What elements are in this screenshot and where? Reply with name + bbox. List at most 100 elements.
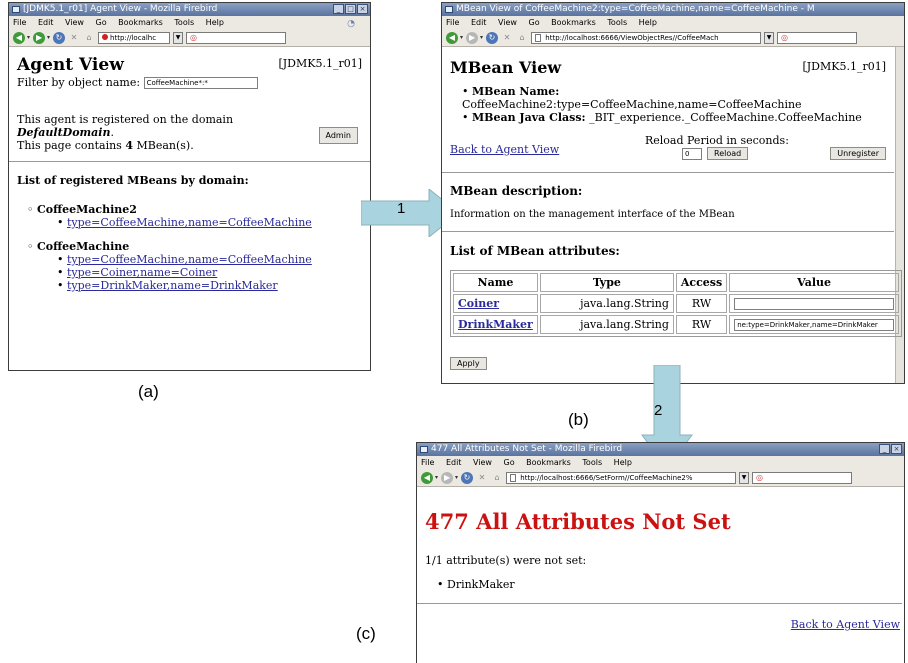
menu-bookmarks[interactable]: Bookmarks (118, 18, 163, 27)
menu-go[interactable]: Go (504, 458, 515, 467)
domain-name: DefaultDomain (17, 126, 111, 139)
reload-period-input[interactable]: 0 (682, 148, 702, 160)
back-to-agent-link[interactable]: Back to Agent View (791, 618, 900, 631)
forward-icon[interactable]: ▶ (466, 31, 479, 44)
url-bar[interactable]: http://localhost:6666/ViewObjectRes//Cof… (531, 31, 762, 44)
domain-period: . (110, 126, 114, 139)
window-c-titlebar[interactable]: 477 All Attributes Not Set - Mozilla Fir… (417, 443, 904, 456)
forward-icon[interactable]: ▶ (441, 471, 454, 484)
back-to-agent-link[interactable]: Back to Agent View (450, 143, 559, 156)
menu-go[interactable]: Go (529, 18, 540, 27)
column-header: Name (453, 273, 538, 292)
menu-go[interactable]: Go (96, 18, 107, 27)
attribute-name-link[interactable]: Coiner (458, 297, 499, 310)
domain-item: ◦ CoffeeMachine2 (27, 203, 137, 216)
window-a-menubar: File Edit View Go Bookmarks Tools Help ◔ (9, 16, 370, 29)
unset-attribute-name: DrinkMaker (447, 578, 515, 591)
back-dropdown-icon[interactable]: ▾ (435, 474, 438, 481)
column-header: Type (539, 273, 674, 292)
page-favicon-icon (510, 473, 517, 482)
attribute-name-link[interactable]: DrinkMaker (458, 318, 533, 331)
url-bar[interactable]: http://localhc (98, 31, 171, 44)
url-bar[interactable]: http://localhost:6666/SetForm//CoffeeMac… (506, 471, 737, 484)
window-c-navbar: ◀ ▾ ▶ ▾ ↻ ✕ ⌂ http://localhost:6666/SetFor… (417, 469, 904, 487)
menu-view[interactable]: View (473, 458, 492, 467)
url-dropdown-icon[interactable]: ▼ (173, 31, 184, 44)
minimize-icon[interactable]: _ (879, 444, 890, 454)
reload-icon[interactable]: ↻ (53, 31, 66, 44)
unregister-button[interactable]: Unregister (830, 147, 886, 160)
home-icon[interactable]: ⌂ (491, 472, 503, 484)
caption-b: (b) (568, 410, 589, 429)
url-dropdown-icon[interactable]: ▼ (764, 31, 775, 44)
home-icon[interactable]: ⌂ (83, 32, 95, 44)
divider (442, 231, 894, 232)
description-heading: MBean description: (450, 184, 583, 198)
back-dropdown-icon[interactable]: ▾ (460, 34, 463, 41)
reload-button[interactable]: Reload (707, 147, 749, 160)
maximize-icon[interactable]: □ (345, 4, 356, 14)
window-b-content: MBean View [JDMK5.1_r01] • MBean Name: C… (442, 58, 904, 370)
divider (442, 172, 894, 173)
java-class-value: _BIT_experience._CoffeeMachine.CoffeeMac… (589, 111, 862, 124)
forward-dropdown-icon[interactable]: ▾ (480, 34, 483, 41)
attributes-heading: List of MBean attributes: (450, 244, 620, 258)
stop-icon[interactable]: ✕ (501, 32, 513, 44)
column-header: Access (675, 273, 728, 292)
reload-icon[interactable]: ↻ (461, 471, 474, 484)
menu-edit[interactable]: Edit (38, 18, 54, 27)
menu-tools[interactable]: Tools (582, 458, 602, 467)
menu-edit[interactable]: Edit (446, 458, 462, 467)
back-icon[interactable]: ◀ (13, 31, 25, 44)
throbber-icon: ◔ (347, 19, 355, 29)
attribute-value-input[interactable]: ne:type=DrinkMaker,name=DrinkMaker (734, 318, 894, 331)
window-c-menubar: File Edit View Go Bookmarks Tools Help (417, 456, 904, 469)
minimize-icon[interactable]: _ (333, 4, 344, 14)
menu-edit[interactable]: Edit (471, 18, 487, 27)
url-dropdown-icon[interactable]: ▼ (739, 471, 750, 484)
menu-view[interactable]: View (65, 18, 84, 27)
mbean-link[interactable]: type=DrinkMaker,name=DrinkMaker (67, 279, 278, 292)
back-icon[interactable]: ◀ (446, 31, 458, 44)
forward-dropdown-icon[interactable]: ▾ (47, 34, 50, 41)
menu-help[interactable]: Help (614, 458, 632, 467)
menu-file[interactable]: File (13, 18, 26, 27)
search-box[interactable]: ◎ (752, 471, 853, 484)
home-icon[interactable]: ⌂ (516, 32, 528, 44)
mbean-link[interactable]: type=CoffeeMachine,name=CoffeeMachine (67, 216, 312, 229)
mbean-name-value: CoffeeMachine2:type=CoffeeMachine,name=C… (462, 98, 802, 111)
menu-file[interactable]: File (421, 458, 434, 467)
close-icon[interactable]: × (357, 4, 368, 14)
search-box[interactable]: ◎ (777, 31, 858, 44)
attribute-type: java.lang.String (539, 294, 674, 313)
menu-view[interactable]: View (498, 18, 517, 27)
mbean-link[interactable]: type=Coiner,name=Coiner (67, 266, 217, 279)
apply-button[interactable]: Apply (450, 357, 487, 370)
window-b-titlebar[interactable]: MBean View of CoffeeMachine2:type=Coffee… (442, 3, 904, 16)
menu-bookmarks[interactable]: Bookmarks (551, 18, 596, 27)
close-icon[interactable]: × (891, 444, 902, 454)
app-icon (445, 6, 453, 13)
admin-button[interactable]: Admin (318, 127, 358, 144)
app-icon (12, 6, 20, 13)
reload-icon[interactable]: ↻ (486, 31, 499, 44)
window-a-titlebar[interactable]: [JDMK5.1_r01] Agent View - Mozilla Fireb… (9, 3, 370, 16)
back-icon[interactable]: ◀ (421, 471, 433, 484)
java-class-label: MBean Java Class: (472, 111, 586, 124)
attribute-value-input[interactable] (734, 297, 894, 310)
menu-help[interactable]: Help (639, 18, 657, 27)
forward-dropdown-icon[interactable]: ▾ (455, 474, 458, 481)
menu-file[interactable]: File (446, 18, 459, 27)
stop-icon[interactable]: ✕ (68, 32, 80, 44)
menu-help[interactable]: Help (206, 18, 224, 27)
mbean-link[interactable]: type=CoffeeMachine,name=CoffeeMachine (67, 253, 312, 266)
forward-icon[interactable]: ▶ (33, 31, 46, 44)
menu-tools[interactable]: Tools (607, 18, 627, 27)
back-dropdown-icon[interactable]: ▾ (27, 34, 30, 41)
menu-bookmarks[interactable]: Bookmarks (526, 458, 571, 467)
menu-tools[interactable]: Tools (174, 18, 194, 27)
caption-a: (a) (138, 382, 159, 401)
window-b-navbar: ◀ ▾ ▶ ▾ ↻ ✕ ⌂ http://localhost:6666/ViewOb… (442, 29, 904, 47)
stop-icon[interactable]: ✕ (476, 472, 488, 484)
search-box[interactable]: ◎ (186, 31, 287, 44)
